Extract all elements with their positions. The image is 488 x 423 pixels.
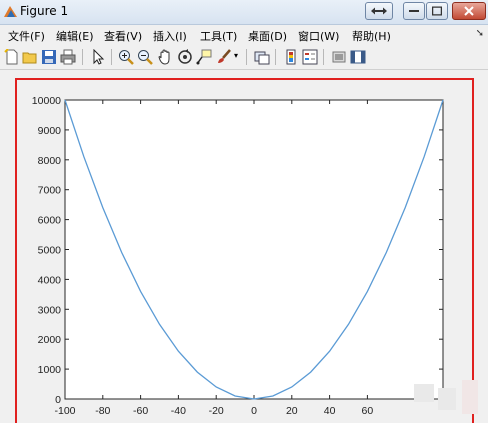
highlight-annotation-box <box>15 78 474 423</box>
watermark-logo <box>438 388 456 410</box>
watermark-logo <box>462 380 478 414</box>
watermark-logo <box>414 384 434 402</box>
